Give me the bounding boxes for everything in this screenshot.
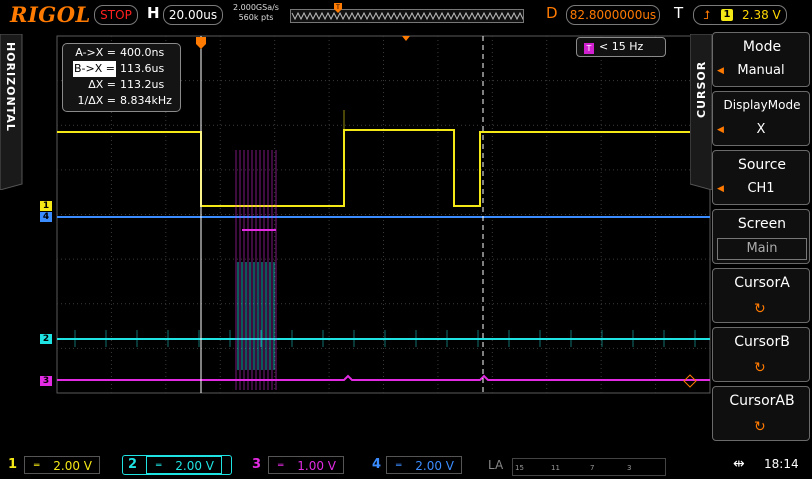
ch3-scale[interactable]: ═ 1.00 V bbox=[268, 456, 344, 474]
cursor-tab[interactable]: CURSOR bbox=[690, 34, 712, 190]
cursor-b-key: B->X = bbox=[73, 61, 116, 77]
dc-coupling-icon: ═ bbox=[156, 461, 162, 471]
frequency-value: < 15 Hz bbox=[599, 40, 644, 53]
inverse-delta-x-value: 8.834kHz bbox=[120, 94, 172, 107]
ch2-noise bbox=[74, 330, 696, 347]
ch4-scale[interactable]: ═ 2.00 V bbox=[386, 456, 462, 474]
cursor-tab-label: CURSOR bbox=[695, 61, 708, 118]
cursor-b-value: 113.6us bbox=[120, 62, 165, 75]
ch1-scale[interactable]: ═ 2.00 V bbox=[24, 456, 100, 474]
menu-display-mode-title: DisplayMode bbox=[723, 98, 801, 112]
cursor-readout-panel: A->X = 400.0ns B->X = 113.6us ΔX = 113.2us … bbox=[62, 43, 181, 112]
cursor-a-key: A->X = bbox=[75, 46, 116, 59]
dc-coupling-icon: ═ bbox=[278, 461, 284, 471]
menu-screen[interactable]: Screen Main bbox=[712, 209, 810, 264]
delta-x-key: ΔX = bbox=[88, 78, 116, 91]
cursor-menu: Mode ◀ Manual DisplayMode ◀ X Source ◀ C… bbox=[712, 32, 810, 447]
usb-icon: ⇹ bbox=[733, 456, 745, 472]
ch1-scale-value: 2.00 V bbox=[53, 459, 92, 473]
menu-cursor-a[interactable]: CursorA ↻ bbox=[712, 268, 810, 323]
inverse-delta-x-row: 1/ΔX = 8.834kHz bbox=[63, 93, 180, 109]
menu-source-title: Source bbox=[737, 157, 787, 173]
dc-coupling-icon: ═ bbox=[396, 461, 402, 471]
trace-marker-ch3[interactable]: 3 bbox=[40, 376, 52, 386]
menu-cursor-ab[interactable]: CursorAB ↻ bbox=[712, 386, 810, 441]
logic-analyzer-label[interactable]: LA bbox=[488, 458, 503, 472]
knob-icon: ↻ bbox=[754, 360, 766, 376]
logic-analyzer-groups: 15 11 7 3 bbox=[512, 458, 666, 476]
menu-mode[interactable]: Mode ◀ Manual bbox=[712, 32, 810, 87]
trace-marker-ch1[interactable]: 1 bbox=[40, 201, 52, 211]
delta-x-value: 113.2us bbox=[120, 78, 165, 91]
menu-display-mode-value: X bbox=[756, 122, 766, 137]
ch2-scale-value: 2.00 V bbox=[175, 459, 214, 473]
menu-screen-value: Main bbox=[717, 238, 807, 260]
cursor-a-row: A->X = 400.0ns bbox=[63, 45, 180, 61]
channel-status-bar: 1 ═ 2.00 V 2 ═ 2.00 V 3 ═ 1.00 V 4 ═ 2.00 V … bbox=[0, 453, 812, 479]
dc-coupling-icon: ═ bbox=[34, 461, 40, 471]
la-group-3: 3 bbox=[627, 464, 632, 472]
menu-screen-title: Screen bbox=[737, 216, 787, 232]
trace-marker-ch4[interactable]: 4 bbox=[40, 212, 52, 222]
menu-cursor-ab-title: CursorAB bbox=[729, 393, 795, 409]
cursor-a-value: 400.0ns bbox=[120, 46, 165, 59]
inverse-delta-x-key: 1/ΔX = bbox=[77, 94, 116, 107]
ch4-number: 4 bbox=[372, 457, 382, 472]
menu-cursor-a-title: CursorA bbox=[734, 275, 790, 291]
menu-mode-value: Manual bbox=[737, 63, 785, 78]
la-group-11: 11 bbox=[551, 464, 560, 472]
ch1-number: 1 bbox=[8, 457, 18, 472]
knob-icon: ↻ bbox=[754, 419, 766, 435]
cursor-b-row: B->X = 113.6us bbox=[63, 61, 180, 77]
trace-marker-ch2[interactable]: 2 bbox=[40, 334, 52, 344]
la-group-7: 7 bbox=[590, 464, 595, 472]
ch2-scale[interactable]: ═ 2.00 V bbox=[146, 456, 222, 474]
ch4-scale-value: 2.00 V bbox=[415, 459, 454, 473]
ch2-number: 2 bbox=[128, 457, 138, 472]
menu-display-mode[interactable]: DisplayMode ◀ X bbox=[712, 91, 810, 146]
clock: 18:14 bbox=[764, 457, 799, 471]
la-group-15: 15 bbox=[515, 464, 524, 472]
menu-mode-title: Mode bbox=[742, 39, 782, 55]
menu-cursor-b[interactable]: CursorB ↻ bbox=[712, 327, 810, 382]
menu-source-value: CH1 bbox=[747, 181, 775, 196]
ch3-number: 3 bbox=[252, 457, 262, 472]
menu-source[interactable]: Source ◀ CH1 bbox=[712, 150, 810, 205]
trigger-counter-icon: T bbox=[584, 43, 594, 54]
menu-cursor-b-title: CursorB bbox=[734, 334, 790, 350]
delta-x-row: ΔX = 113.2us bbox=[63, 77, 180, 93]
frequency-counter: T < 15 Hz bbox=[576, 37, 666, 57]
knob-icon: ↻ bbox=[754, 301, 766, 317]
ch3-scale-value: 1.00 V bbox=[297, 459, 336, 473]
